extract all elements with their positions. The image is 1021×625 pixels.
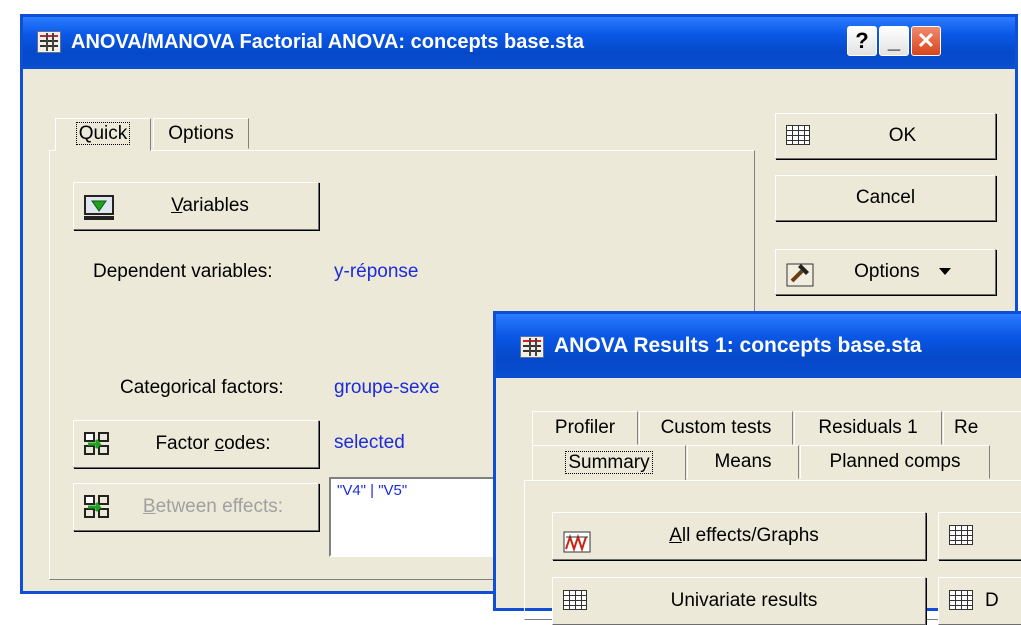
tab-residuals-2[interactable]: Re xyxy=(943,411,1021,445)
dropdown-arrow-icon xyxy=(938,268,951,276)
tab-residuals-1-label: Residuals 1 xyxy=(818,417,918,438)
factor-codes-button[interactable]: Factor codes: xyxy=(73,420,319,468)
hammer-icon xyxy=(786,260,814,304)
variables-button[interactable]: Variables xyxy=(73,182,319,230)
close-button[interactable]: ✕ xyxy=(911,26,941,56)
window-title: ANOVA/MANOVA Factorial ANOVA: concepts b… xyxy=(71,31,585,53)
anova-results-window: ANOVA Results 1: concepts base.sta Profi… xyxy=(493,311,1021,625)
statistica-app-icon xyxy=(37,31,61,53)
options-label: Options xyxy=(854,261,920,282)
dependent-variables-value: y-réponse xyxy=(334,261,419,282)
tab-custom-tests-label: Custom tests xyxy=(660,417,772,438)
between-effects-value: "V4" | "V5" xyxy=(337,482,408,499)
univariate-grid-icon xyxy=(563,590,587,610)
tab-quick[interactable]: Quick xyxy=(55,118,151,151)
tab-means[interactable]: Means xyxy=(687,445,799,479)
descriptive-button[interactable]: D xyxy=(938,577,1021,625)
results-window-title: ANOVA Results 1: concepts base.sta xyxy=(554,334,922,357)
factor-codes-label: Factor codes: xyxy=(155,433,271,454)
tab-residuals-1[interactable]: Residuals 1 xyxy=(794,411,942,445)
descriptive-label: D xyxy=(985,590,999,611)
dependent-variables-label: Dependent variables: xyxy=(93,261,273,282)
categorical-factors-label: Categorical factors: xyxy=(120,377,284,398)
variables-label: Variables xyxy=(171,195,249,216)
tab-quick-label: Quick xyxy=(75,122,131,145)
tab-summary[interactable]: Summary xyxy=(532,445,686,481)
categorical-factors-value: groupe-sexe xyxy=(334,377,440,398)
univariate-results-label: Univariate results xyxy=(670,590,818,611)
all-effects-graphs-label: All effects/Graphs xyxy=(669,525,819,546)
ok-label: OK xyxy=(888,125,917,146)
results-app-icon xyxy=(520,336,544,358)
summary-grid-icon xyxy=(949,525,973,545)
effects-graph-icon xyxy=(563,525,591,571)
univariate-results-button[interactable]: Univariate results xyxy=(552,577,926,625)
between-effects-label: Between effects: xyxy=(142,496,284,517)
tab-options[interactable]: Options xyxy=(153,118,249,149)
tab-options-label: Options xyxy=(168,123,234,144)
tab-summary-label: Summary xyxy=(565,451,653,474)
tab-custom-tests[interactable]: Custom tests xyxy=(639,411,793,445)
tab-residuals-2-label: Re xyxy=(954,417,979,438)
results-titlebar[interactable]: ANOVA Results 1: concepts base.sta xyxy=(496,314,1021,378)
summary-table-button[interactable] xyxy=(938,512,1021,560)
options-button[interactable]: Options xyxy=(775,249,996,295)
tab-means-label: Means xyxy=(714,451,772,472)
tab-profiler[interactable]: Profiler xyxy=(532,411,638,445)
factor-codes-value: selected xyxy=(334,432,405,453)
between-effects-button[interactable]: Between effects: xyxy=(73,483,319,531)
tab-planned-comps-label: Planned comps xyxy=(829,451,961,472)
cancel-button[interactable]: Cancel xyxy=(775,175,996,221)
tab-planned-comps[interactable]: Planned comps xyxy=(800,445,990,479)
window-titlebar[interactable]: ANOVA/MANOVA Factorial ANOVA: concepts b… xyxy=(23,17,1015,69)
variables-icon xyxy=(84,193,114,220)
factor-codes-icon xyxy=(84,432,114,456)
tab-profiler-label: Profiler xyxy=(554,417,616,438)
between-effects-icon xyxy=(84,495,114,519)
minimize-button[interactable]: _ xyxy=(879,26,909,56)
ok-button[interactable]: OK xyxy=(775,113,996,159)
between-effects-box[interactable]: "V4" | "V5" xyxy=(329,477,505,557)
cancel-label: Cancel xyxy=(855,187,916,208)
descriptive-grid-icon xyxy=(949,590,973,610)
help-button[interactable]: ? xyxy=(847,26,877,56)
all-effects-graphs-button[interactable]: All effects/Graphs xyxy=(552,512,926,560)
ok-grid-icon xyxy=(786,125,810,145)
